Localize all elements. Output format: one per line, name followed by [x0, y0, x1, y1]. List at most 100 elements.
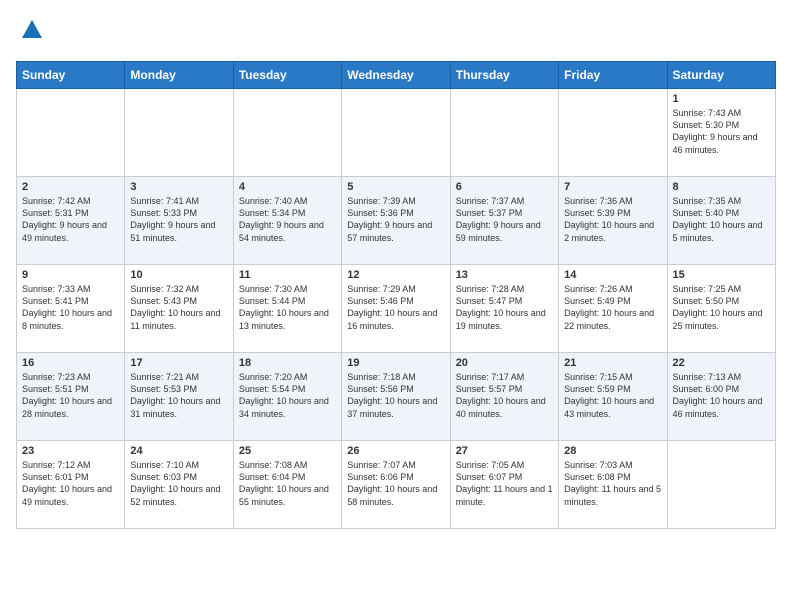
- day-info: Sunrise: 7:17 AM Sunset: 5:57 PM Dayligh…: [456, 371, 553, 420]
- day-number: 4: [239, 181, 336, 193]
- calendar-cell: [450, 89, 558, 177]
- calendar-cell: 27 Sunrise: 7:05 AM Sunset: 6:07 PM Dayli…: [450, 441, 558, 529]
- calendar-cell: 6 Sunrise: 7:37 AM Sunset: 5:37 PM Daylig…: [450, 177, 558, 265]
- calendar-cell: 9 Sunrise: 7:33 AM Sunset: 5:41 PM Daylig…: [17, 265, 125, 353]
- day-info: Sunrise: 7:13 AM Sunset: 6:00 PM Dayligh…: [673, 371, 770, 420]
- day-number: 24: [130, 445, 227, 457]
- calendar-cell: 14 Sunrise: 7:26 AM Sunset: 5:49 PM Dayli…: [559, 265, 667, 353]
- weekday-header-monday: Monday: [125, 62, 233, 89]
- weekday-header-tuesday: Tuesday: [233, 62, 341, 89]
- day-info: Sunrise: 7:10 AM Sunset: 6:03 PM Dayligh…: [130, 459, 227, 508]
- day-info: Sunrise: 7:42 AM Sunset: 5:31 PM Dayligh…: [22, 195, 119, 244]
- day-number: 15: [673, 269, 770, 281]
- day-number: 11: [239, 269, 336, 281]
- calendar-cell: 25Sunrise: 7:08 AM Sunset: 6:04 PM Dayli…: [233, 441, 341, 529]
- day-number: 28: [564, 445, 661, 457]
- calendar-cell: [233, 89, 341, 177]
- day-info: Sunrise: 7:03 AM Sunset: 6:08 PM Dayligh…: [564, 459, 661, 508]
- day-info: Sunrise: 7:07 AM Sunset: 6:06 PM Dayligh…: [347, 459, 444, 508]
- day-number: 6: [456, 181, 553, 193]
- day-info: Sunrise: 7:20 AM Sunset: 5:54 PM Dayligh…: [239, 371, 336, 420]
- calendar-cell: 18 Sunrise: 7:20 AM Sunset: 5:54 PM Dayli…: [233, 353, 341, 441]
- day-number: 19: [347, 357, 444, 369]
- calendar-cell: 3 Sunrise: 7:41 AM Sunset: 5:33 PM Daylig…: [125, 177, 233, 265]
- day-number: 18: [239, 357, 336, 369]
- calendar-cell: 20 Sunrise: 7:17 AM Sunset: 5:57 PM Dayli…: [450, 353, 558, 441]
- page-header: [16, 16, 776, 49]
- day-info: Sunrise: 7:33 AM Sunset: 5:41 PM Dayligh…: [22, 283, 119, 332]
- day-info: Sunrise: 7:26 AM Sunset: 5:49 PM Dayligh…: [564, 283, 661, 332]
- day-number: 8: [673, 181, 770, 193]
- day-info: Sunrise: 7:32 AM Sunset: 5:43 PM Dayligh…: [130, 283, 227, 332]
- weekday-header-row: SundayMondayTuesdayWednesdayThursdayFrid…: [17, 62, 776, 89]
- day-info: Sunrise: 7:35 AM Sunset: 5:40 PM Dayligh…: [673, 195, 770, 244]
- day-number: 14: [564, 269, 661, 281]
- calendar-cell: 24 Sunrise: 7:10 AM Sunset: 6:03 PM Dayli…: [125, 441, 233, 529]
- calendar-cell: [667, 441, 775, 529]
- day-number: 13: [456, 269, 553, 281]
- day-info: Sunrise: 7:41 AM Sunset: 5:33 PM Dayligh…: [130, 195, 227, 244]
- weekday-header-thursday: Thursday: [450, 62, 558, 89]
- day-number: 17: [130, 357, 227, 369]
- calendar-cell: 17 Sunrise: 7:21 AM Sunset: 5:53 PM Dayli…: [125, 353, 233, 441]
- weekday-header-wednesday: Wednesday: [342, 62, 450, 89]
- day-info: Sunrise: 7:28 AM Sunset: 5:47 PM Dayligh…: [456, 283, 553, 332]
- day-number: 27: [456, 445, 553, 457]
- day-number: 25: [239, 445, 336, 457]
- calendar-cell: [17, 89, 125, 177]
- calendar-cell: 28 Sunrise: 7:03 AM Sunset: 6:08 PM Dayli…: [559, 441, 667, 529]
- day-info: Sunrise: 7:29 AM Sunset: 5:46 PM Dayligh…: [347, 283, 444, 332]
- calendar-table: SundayMondayTuesdayWednesdayThursdayFrid…: [16, 61, 776, 529]
- day-number: 21: [564, 357, 661, 369]
- day-number: 1: [673, 93, 770, 105]
- day-number: 10: [130, 269, 227, 281]
- calendar-body: 1 Sunrise: 7:43 AM Sunset: 5:30 PM Daylig…: [17, 89, 776, 529]
- calendar-cell: 4 Sunrise: 7:40 AM Sunset: 5:34 PM Daylig…: [233, 177, 341, 265]
- calendar-cell: 2 Sunrise: 7:42 AM Sunset: 5:31 PM Daylig…: [17, 177, 125, 265]
- week-row-1: 1 Sunrise: 7:43 AM Sunset: 5:30 PM Daylig…: [17, 89, 776, 177]
- week-row-2: 2 Sunrise: 7:42 AM Sunset: 5:31 PM Daylig…: [17, 177, 776, 265]
- day-info: Sunrise: 7:30 AM Sunset: 5:44 PM Dayligh…: [239, 283, 336, 332]
- day-number: 5: [347, 181, 444, 193]
- day-number: 3: [130, 181, 227, 193]
- calendar-cell: [342, 89, 450, 177]
- calendar-cell: 7Sunrise: 7:36 AM Sunset: 5:39 PM Daylig…: [559, 177, 667, 265]
- calendar-cell: 19 Sunrise: 7:18 AM Sunset: 5:56 PM Dayli…: [342, 353, 450, 441]
- week-row-3: 9 Sunrise: 7:33 AM Sunset: 5:41 PM Daylig…: [17, 265, 776, 353]
- day-number: 16: [22, 357, 119, 369]
- calendar-cell: 22 Sunrise: 7:13 AM Sunset: 6:00 PM Dayli…: [667, 353, 775, 441]
- calendar-cell: 1 Sunrise: 7:43 AM Sunset: 5:30 PM Daylig…: [667, 89, 775, 177]
- day-number: 2: [22, 181, 119, 193]
- calendar-cell: 21 Sunrise: 7:15 AM Sunset: 5:59 PM Dayli…: [559, 353, 667, 441]
- day-info: Sunrise: 7:21 AM Sunset: 5:53 PM Dayligh…: [130, 371, 227, 420]
- day-info: Sunrise: 7:15 AM Sunset: 5:59 PM Dayligh…: [564, 371, 661, 420]
- calendar-cell: 26 Sunrise: 7:07 AM Sunset: 6:06 PM Dayli…: [342, 441, 450, 529]
- logo-icon: [18, 16, 46, 44]
- day-info: Sunrise: 7:05 AM Sunset: 6:07 PM Dayligh…: [456, 459, 553, 508]
- calendar-cell: 10 Sunrise: 7:32 AM Sunset: 5:43 PM Dayli…: [125, 265, 233, 353]
- day-info: Sunrise: 7:43 AM Sunset: 5:30 PM Dayligh…: [673, 107, 770, 156]
- day-info: Sunrise: 7:18 AM Sunset: 5:56 PM Dayligh…: [347, 371, 444, 420]
- day-number: 26: [347, 445, 444, 457]
- day-info: Sunrise: 7:23 AM Sunset: 5:51 PM Dayligh…: [22, 371, 119, 420]
- calendar-cell: 8 Sunrise: 7:35 AM Sunset: 5:40 PM Daylig…: [667, 177, 775, 265]
- weekday-header-friday: Friday: [559, 62, 667, 89]
- calendar-cell: 12 Sunrise: 7:29 AM Sunset: 5:46 PM Dayli…: [342, 265, 450, 353]
- calendar-cell: [559, 89, 667, 177]
- day-number: 23: [22, 445, 119, 457]
- day-number: 20: [456, 357, 553, 369]
- weekday-header-sunday: Sunday: [17, 62, 125, 89]
- day-number: 22: [673, 357, 770, 369]
- calendar-cell: 16 Sunrise: 7:23 AM Sunset: 5:51 PM Dayli…: [17, 353, 125, 441]
- day-info: Sunrise: 7:37 AM Sunset: 5:37 PM Dayligh…: [456, 195, 553, 244]
- calendar-cell: 11 Sunrise: 7:30 AM Sunset: 5:44 PM Dayli…: [233, 265, 341, 353]
- day-number: 9: [22, 269, 119, 281]
- week-row-5: 23Sunrise: 7:12 AM Sunset: 6:01 PM Dayli…: [17, 441, 776, 529]
- day-number: 12: [347, 269, 444, 281]
- day-info: Sunrise: 7:40 AM Sunset: 5:34 PM Dayligh…: [239, 195, 336, 244]
- calendar-cell: 5Sunrise: 7:39 AM Sunset: 5:36 PM Daylig…: [342, 177, 450, 265]
- calendar-cell: 15Sunrise: 7:25 AM Sunset: 5:50 PM Dayli…: [667, 265, 775, 353]
- week-row-4: 16 Sunrise: 7:23 AM Sunset: 5:51 PM Dayli…: [17, 353, 776, 441]
- day-number: 7: [564, 181, 661, 193]
- calendar-cell: 13 Sunrise: 7:28 AM Sunset: 5:47 PM Dayli…: [450, 265, 558, 353]
